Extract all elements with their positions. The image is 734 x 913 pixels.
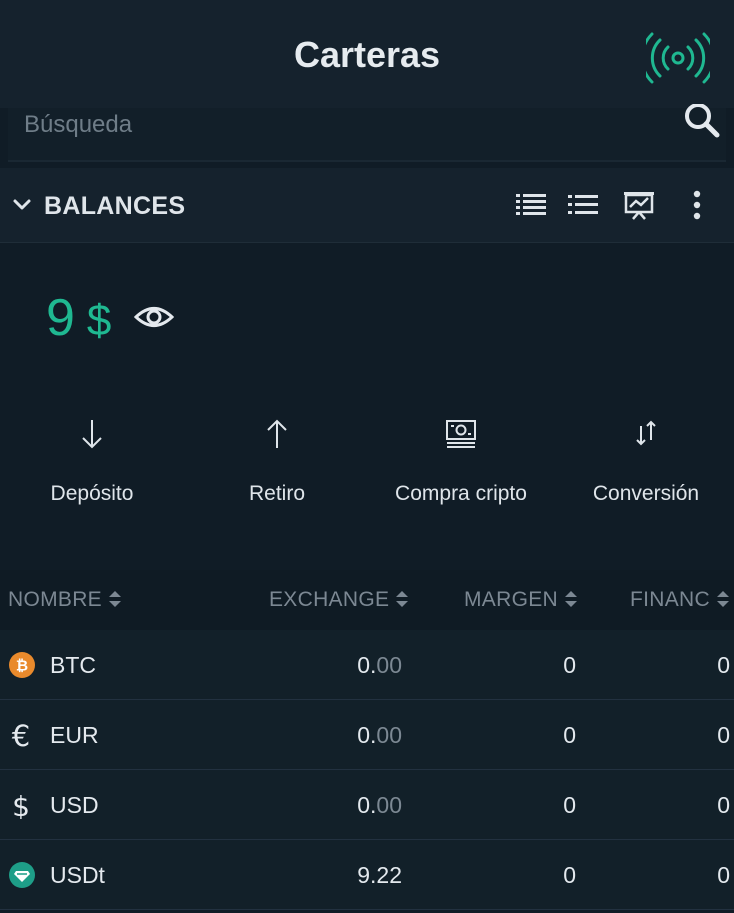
presentation-chart-icon[interactable] (622, 188, 656, 222)
column-header-margin[interactable]: MARGEN (464, 588, 578, 612)
margin-balance: 0 (563, 722, 576, 748)
asset-symbol: EUR (50, 722, 99, 748)
arrow-up-icon (267, 419, 287, 448)
column-header-name[interactable]: NOMBRE (8, 588, 122, 612)
top-bar: Carteras (0, 0, 734, 108)
withdraw-label: Retiro (248, 482, 306, 505)
arrow-down-icon (82, 420, 102, 449)
search-bar (8, 104, 726, 162)
funding-balance: 0 (717, 862, 730, 888)
tether-icon (9, 862, 35, 888)
chevron-down-icon[interactable] (12, 195, 32, 215)
live-signal-icon[interactable] (646, 32, 710, 84)
exchange-balance: 0.00 (357, 652, 402, 678)
deposit-button[interactable]: Depósito (0, 400, 184, 520)
eye-icon[interactable] (134, 300, 174, 334)
table-row[interactable]: ₿ BTC 0.00 0 0 (0, 630, 734, 700)
sort-icon (564, 591, 577, 607)
detailed-list-icon[interactable] (514, 188, 548, 222)
table-header: NOMBRE EXCHANGE MARGEN FINANC (0, 570, 734, 631)
sort-icon (108, 591, 121, 607)
cash-icon (446, 420, 476, 448)
margin-balance: 0 (563, 652, 576, 678)
margin-balance: 0 (563, 862, 576, 888)
exchange-balance: 0.00 (357, 722, 402, 748)
table-row[interactable]: € EUR 0.00 0 0 (0, 700, 734, 770)
bitcoin-icon: ₿ (9, 652, 35, 678)
balance-value: 9 (46, 289, 75, 347)
asset-symbol: BTC (50, 652, 96, 678)
conversion-button[interactable]: Conversión (554, 400, 734, 520)
balance-currency: $ (86, 296, 112, 345)
funding-balance: 0 (717, 722, 730, 748)
margin-balance: 0 (563, 792, 576, 818)
more-vertical-icon[interactable] (680, 188, 714, 222)
withdraw-button[interactable]: Retiro (185, 400, 369, 520)
svg-text:₿: ₿ (16, 657, 28, 675)
swap-icon (636, 420, 656, 446)
svg-text:$: $ (12, 791, 30, 819)
buy-crypto-button[interactable]: Compra cripto (369, 400, 553, 520)
column-header-exchange[interactable]: EXCHANGE (269, 588, 409, 612)
asset-symbol: USDt (50, 862, 105, 888)
balances-header: BALANCES (0, 168, 734, 243)
list-icon[interactable] (566, 188, 600, 222)
search-icon[interactable] (682, 104, 722, 140)
conversion-label: Conversión (592, 482, 700, 505)
column-header-funding[interactable]: FINANC (630, 588, 730, 612)
asset-symbol: USD (50, 792, 99, 818)
sort-icon (716, 591, 729, 607)
svg-text:€: € (12, 721, 30, 749)
dollar-icon: $ (12, 791, 30, 819)
funding-balance: 0 (717, 652, 730, 678)
buy-crypto-label: Compra cripto (395, 482, 527, 505)
sort-icon (396, 591, 409, 607)
search-input[interactable] (22, 104, 666, 146)
euro-icon: € (12, 721, 30, 749)
balances-title: BALANCES (44, 192, 186, 220)
deposit-label: Depósito (50, 482, 134, 505)
table-row[interactable]: $ USD 0.00 0 0 (0, 770, 734, 840)
funding-balance: 0 (717, 792, 730, 818)
table-row[interactable]: USDt 9.22 0 0 (0, 840, 734, 910)
exchange-balance: 0.00 (357, 792, 402, 818)
page-title: Carteras (293, 34, 441, 75)
total-balance: 9 $ (46, 288, 111, 348)
exchange-balance: 9.22 (357, 862, 402, 888)
